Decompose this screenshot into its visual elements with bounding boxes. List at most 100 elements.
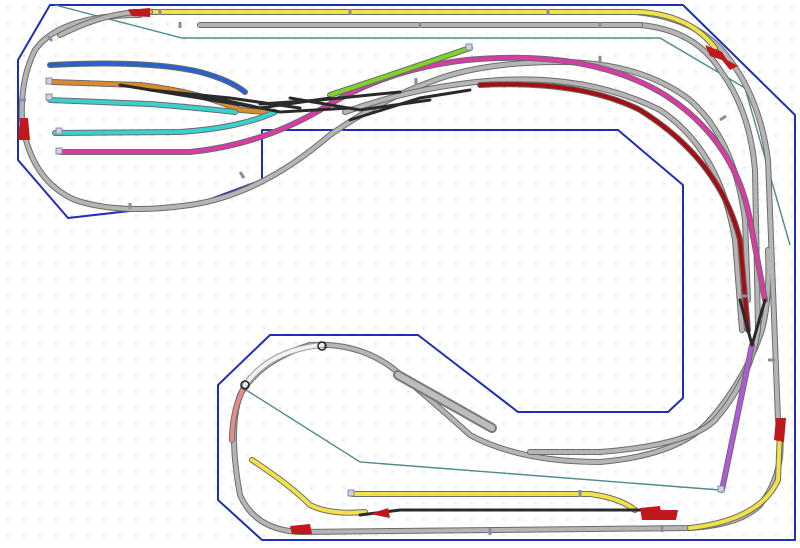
grid-dot bbox=[311, 167, 313, 169]
grid-dot bbox=[247, 487, 249, 489]
grid-dot bbox=[23, 423, 25, 425]
grid-dot bbox=[375, 87, 377, 89]
grid-dot bbox=[391, 231, 393, 233]
grid-dot bbox=[455, 311, 457, 313]
grid-dot bbox=[135, 295, 137, 297]
grid-dot bbox=[343, 535, 345, 537]
grid-dot bbox=[759, 487, 761, 489]
grid-dot bbox=[359, 231, 361, 233]
grid-dot bbox=[375, 71, 377, 73]
grid-dot bbox=[647, 327, 649, 329]
grid-dot bbox=[663, 231, 665, 233]
grid-dot bbox=[39, 55, 41, 57]
grid-dot bbox=[279, 263, 281, 265]
grid-dot bbox=[791, 23, 793, 25]
grid-dot bbox=[695, 503, 697, 505]
grid-dot bbox=[103, 295, 105, 297]
grid-dot bbox=[599, 343, 601, 345]
grid-dot bbox=[87, 407, 89, 409]
grid-dot bbox=[343, 359, 345, 361]
grid-dot bbox=[471, 199, 473, 201]
grid-dot bbox=[519, 471, 521, 473]
grid-dot bbox=[631, 279, 633, 281]
grid-dot bbox=[199, 39, 201, 41]
grid-dot bbox=[87, 487, 89, 489]
grid-dot bbox=[55, 391, 57, 393]
grid-dot bbox=[343, 503, 345, 505]
grid-dot bbox=[55, 455, 57, 457]
grid-dot bbox=[487, 519, 489, 521]
grid-dot bbox=[215, 519, 217, 521]
grid-dot bbox=[487, 7, 489, 9]
grid-dot bbox=[103, 87, 105, 89]
grid-dot bbox=[263, 391, 265, 393]
grid-dot bbox=[647, 247, 649, 249]
grid-dot bbox=[359, 359, 361, 361]
grid-dot bbox=[311, 327, 313, 329]
grid-dot bbox=[599, 103, 601, 105]
grid-dot bbox=[231, 263, 233, 265]
grid-dot bbox=[391, 87, 393, 89]
grid-dot bbox=[231, 55, 233, 57]
grid-dot bbox=[231, 183, 233, 185]
grid-dot bbox=[711, 375, 713, 377]
grid-dot bbox=[135, 263, 137, 265]
grid-dot bbox=[119, 487, 121, 489]
grid-dot bbox=[327, 503, 329, 505]
grid-dot bbox=[7, 7, 9, 9]
grid-dot bbox=[647, 183, 649, 185]
grid-dot bbox=[135, 7, 137, 9]
grid-dot bbox=[327, 183, 329, 185]
grid-dot bbox=[183, 407, 185, 409]
grid-dot bbox=[231, 199, 233, 201]
grid-dot bbox=[567, 519, 569, 521]
grid-dot bbox=[647, 135, 649, 137]
grid-dot bbox=[711, 439, 713, 441]
grid-dot bbox=[231, 71, 233, 73]
grid-dot bbox=[375, 519, 377, 521]
grid-dot bbox=[679, 167, 681, 169]
grid-dot bbox=[599, 167, 601, 169]
grid-dot bbox=[711, 151, 713, 153]
grid-dot bbox=[327, 87, 329, 89]
grid-dot bbox=[55, 55, 57, 57]
grid-dot bbox=[263, 455, 265, 457]
grid-dot bbox=[423, 503, 425, 505]
grid-dot bbox=[231, 343, 233, 345]
grid-dot bbox=[583, 439, 585, 441]
grid-dot bbox=[551, 103, 553, 105]
grid-dot bbox=[247, 311, 249, 313]
grid-dot bbox=[375, 183, 377, 185]
grid-dot bbox=[359, 391, 361, 393]
grid-dot bbox=[359, 295, 361, 297]
grid-dot bbox=[407, 279, 409, 281]
grid-dot bbox=[535, 103, 537, 105]
grid-dot bbox=[743, 183, 745, 185]
grid-dot bbox=[359, 519, 361, 521]
grid-dot bbox=[583, 423, 585, 425]
grid-dot bbox=[759, 7, 761, 9]
grid-dot bbox=[7, 23, 9, 25]
grid-dot bbox=[263, 151, 265, 153]
grid-dot bbox=[759, 375, 761, 377]
grid-dot bbox=[343, 519, 345, 521]
grid-dot bbox=[647, 167, 649, 169]
grid-dot bbox=[471, 183, 473, 185]
grid-dot bbox=[471, 487, 473, 489]
grid-dot bbox=[695, 375, 697, 377]
grid-dot bbox=[391, 487, 393, 489]
grid-dot bbox=[167, 215, 169, 217]
grid-dot bbox=[583, 279, 585, 281]
grid-dot bbox=[583, 519, 585, 521]
grid-dot bbox=[311, 119, 313, 121]
grid-dot bbox=[423, 439, 425, 441]
grid-dot bbox=[167, 167, 169, 169]
grid-dot bbox=[503, 231, 505, 233]
grid-dot bbox=[199, 535, 201, 537]
grid-dot bbox=[135, 503, 137, 505]
grid-dot bbox=[311, 55, 313, 57]
grid-dot bbox=[487, 279, 489, 281]
grid-dot bbox=[407, 151, 409, 153]
grid-dot bbox=[727, 279, 729, 281]
grid-dot bbox=[663, 23, 665, 25]
